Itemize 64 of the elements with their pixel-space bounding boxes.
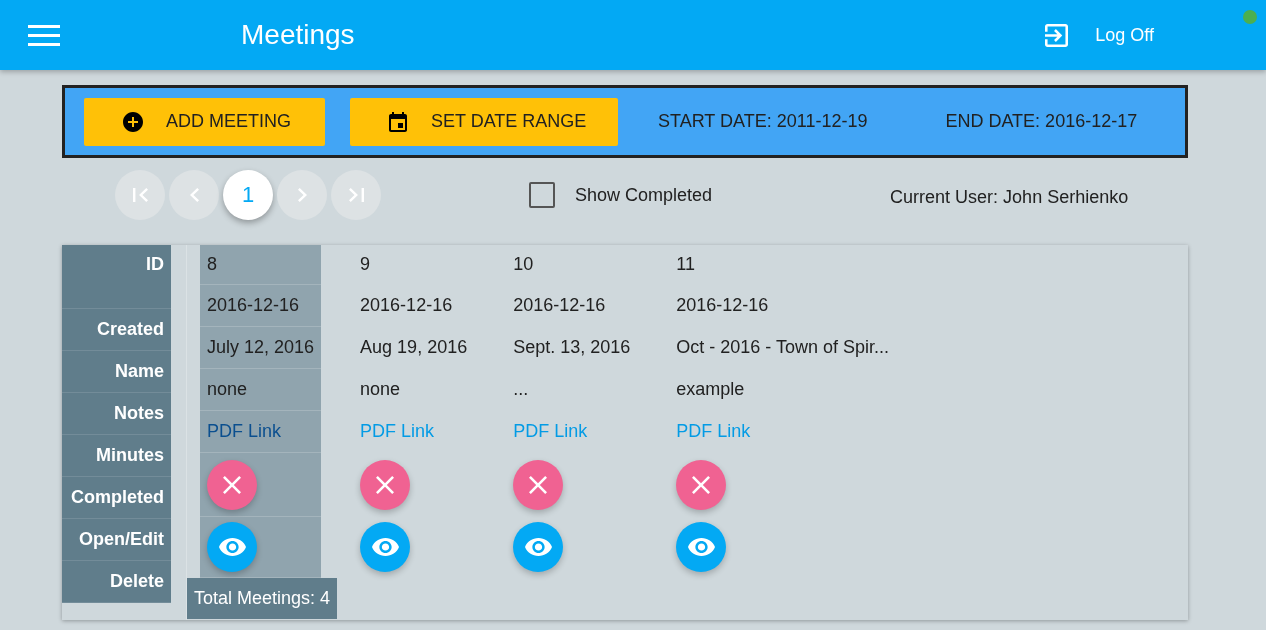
status-dot-icon: [1243, 10, 1257, 24]
show-completed-checkbox[interactable]: [529, 182, 555, 208]
completed-button[interactable]: [676, 459, 727, 510]
table-cell: July 12, 2016: [200, 327, 322, 369]
page-title: Meetings: [241, 19, 355, 51]
pdf-link[interactable]: PDF Link: [360, 421, 435, 442]
completed-button[interactable]: [360, 459, 411, 510]
completed-button[interactable]: [513, 459, 564, 510]
close-icon: [692, 475, 711, 494]
chevron-left-icon: [189, 188, 199, 202]
table-cell-text: Oct - 2016 - Town of Spir...: [675, 336, 891, 359]
table-cell-text: 2016-12-16: [512, 294, 607, 317]
eye-icon: [687, 538, 715, 556]
table-cell-text: Sept. 13, 2016: [512, 336, 632, 359]
table-cell-text: none: [359, 378, 402, 401]
row-label: Delete: [62, 561, 171, 603]
row-label: Created: [62, 309, 171, 351]
row-label: Completed: [62, 477, 171, 519]
set-date-range-button[interactable]: SET DATE RANGE: [350, 97, 618, 146]
show-completed-label: Show Completed: [575, 184, 713, 206]
exit-icon: [1045, 23, 1069, 47]
eye-icon: [218, 538, 246, 556]
table-cell-text: 2016-12-16: [675, 294, 770, 317]
table-cell-text: 11: [675, 253, 696, 276]
table-cell: 8: [200, 245, 322, 285]
menu-icon: [28, 24, 60, 46]
page-number-button[interactable]: 1: [223, 170, 273, 220]
table-cell-text: 9: [359, 253, 372, 276]
row-label: Notes: [62, 393, 171, 435]
pdf-link[interactable]: PDF Link: [513, 421, 588, 442]
menu-button[interactable]: [28, 24, 60, 46]
table-cell-text: 10: [512, 253, 535, 276]
pdf-link[interactable]: PDF Link: [676, 421, 751, 442]
table-cell-text: ...: [512, 378, 530, 401]
row-label: ID: [62, 245, 171, 309]
open-edit-button[interactable]: [360, 522, 411, 572]
completed-button[interactable]: [207, 459, 257, 510]
first-page-icon: [132, 188, 148, 202]
open-edit-button[interactable]: [207, 522, 257, 572]
close-icon: [223, 475, 241, 494]
last-page-icon: [348, 188, 364, 202]
calendar-icon: [389, 111, 407, 132]
log-off-button[interactable]: Log Off: [1045, 23, 1154, 47]
table-cell: 2016-12-16: [200, 285, 322, 327]
table-cell-text: example: [675, 378, 746, 401]
close-icon: [376, 475, 395, 494]
add-meeting-button[interactable]: ADD MEETING: [84, 97, 325, 146]
table-cell-text: 2016-12-16: [359, 294, 454, 317]
chevron-right-icon: [297, 188, 307, 202]
row-label: Name: [62, 351, 171, 393]
eye-icon: [371, 538, 399, 556]
table-cell: none: [200, 369, 322, 411]
table-cell-text: Aug 19, 2016: [359, 336, 469, 359]
row-label: Minutes: [62, 435, 171, 477]
close-icon: [529, 475, 548, 494]
current-user-text: Current User: John Serhienko: [890, 186, 1129, 208]
start-date-text: START DATE: 2011-12-19: [658, 111, 868, 132]
pdf-link[interactable]: PDF Link: [207, 421, 282, 442]
end-date-text: END DATE: 2016-12-17: [945, 111, 1138, 132]
eye-icon: [524, 538, 552, 556]
open-edit-button[interactable]: [513, 522, 564, 572]
row-label: Open/Edit: [62, 519, 171, 561]
total-meetings-label: Total Meetings: 4: [187, 578, 338, 619]
open-edit-button[interactable]: [676, 522, 727, 572]
